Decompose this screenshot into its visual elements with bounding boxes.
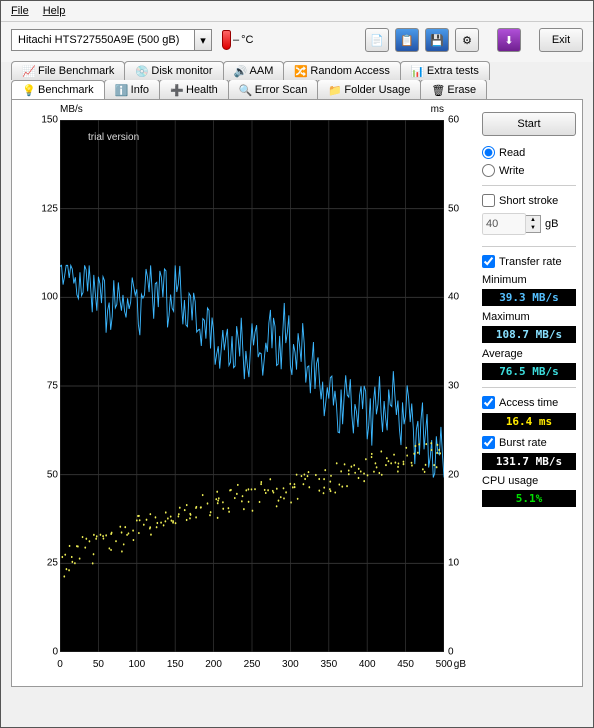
short-stroke-value[interactable]: ▲▼ gB	[482, 213, 576, 235]
x-tick: 500	[436, 659, 453, 670]
x-tick: 100	[128, 659, 145, 670]
mode-write-radio[interactable]: Write	[482, 163, 576, 178]
x-tick: 50	[93, 659, 104, 670]
stat-access-value: 16.4 ms	[482, 413, 576, 430]
y-left-unit-label: MB/s	[60, 104, 83, 115]
tab-random-access[interactable]: 🔀Random Access	[283, 61, 400, 80]
chart-watermark: trial version	[88, 132, 139, 143]
tab-erase[interactable]: 🗑Erase	[420, 79, 487, 99]
x-unit-label: gB	[454, 659, 466, 670]
short-stroke-unit: gB	[545, 218, 558, 230]
stat-max-value: 108.7 MB/s	[482, 326, 576, 343]
y-left-tick: 25	[36, 558, 58, 569]
tab-icon: 🔍	[239, 84, 251, 96]
stat-min-value: 39.3 MB/s	[482, 289, 576, 306]
y-left-tick: 0	[36, 647, 58, 658]
stat-cpu-label: CPU usage	[482, 475, 576, 487]
results-sidebar: Start Read Write Short stroke ▲▼ gB Tran…	[478, 100, 582, 686]
drive-combo[interactable]: Hitachi HTS727550A9E (500 gB) ▾	[11, 29, 212, 51]
x-tick: 200	[205, 659, 222, 670]
tab-file-benchmark[interactable]: 📈File Benchmark	[11, 61, 125, 80]
tab-icon: ℹ️	[115, 84, 127, 96]
copy-graph-button[interactable]: 📋	[395, 28, 419, 52]
thermometer-icon	[222, 30, 231, 50]
x-tick: 150	[167, 659, 184, 670]
y-right-tick: 40	[448, 292, 472, 303]
tab-folder-usage[interactable]: 📁Folder Usage	[317, 79, 421, 99]
x-tick: 400	[359, 659, 376, 670]
tab-health[interactable]: ➕Health	[159, 79, 229, 99]
tab-benchmark[interactable]: 💡Benchmark	[11, 80, 105, 99]
x-tick: 350	[320, 659, 337, 670]
tab-icon: 📈	[22, 65, 34, 77]
tab-icon: 📊	[411, 65, 423, 77]
y-right-tick: 30	[448, 381, 472, 392]
stat-cpu-value: 5.1%	[482, 490, 576, 507]
benchmark-panel: MB/s ms trial version 1501251007550250 6…	[11, 99, 583, 687]
tab-icon: 🔀	[294, 65, 306, 77]
y-left-tick: 75	[36, 381, 58, 392]
temp-unit: °C	[241, 34, 253, 46]
copy-text-button[interactable]: 📄	[365, 28, 389, 52]
chart-area: MB/s ms trial version 1501251007550250 6…	[36, 110, 472, 680]
chart-plot: trial version	[60, 120, 444, 652]
exit-button[interactable]: Exit	[539, 28, 583, 52]
y-left-tick: 100	[36, 292, 58, 303]
menu-file[interactable]: File	[11, 5, 29, 17]
burst-rate-check[interactable]: Burst rate	[482, 435, 576, 450]
mode-read-radio[interactable]: Read	[482, 145, 576, 160]
menu-bar: File Help	[1, 1, 593, 22]
y-right-tick: 50	[448, 203, 472, 214]
y-right-tick: 20	[448, 469, 472, 480]
toolbar: Hitachi HTS727550A9E (500 gB) ▾ – °C 📄 📋…	[1, 22, 593, 62]
tab-error-scan[interactable]: 🔍Error Scan	[228, 79, 319, 99]
y-left-tick: 125	[36, 203, 58, 214]
stat-avg-value: 76.5 MB/s	[482, 363, 576, 380]
x-tick: 250	[244, 659, 261, 670]
spin-down-icon[interactable]: ▼	[526, 224, 540, 232]
access-time-check[interactable]: Access time	[482, 395, 576, 410]
x-tick: 450	[397, 659, 414, 670]
save-button[interactable]: 💾	[425, 28, 449, 52]
y-left-tick: 50	[36, 469, 58, 480]
stat-max-label: Maximum	[482, 311, 576, 323]
tab-info[interactable]: ℹ️Info	[104, 79, 160, 99]
stat-min-label: Minimum	[482, 274, 576, 286]
y-right-tick: 10	[448, 558, 472, 569]
options-button[interactable]: ⚙	[455, 28, 479, 52]
temp-prefix: –	[233, 34, 239, 46]
y-right-tick: 0	[448, 647, 472, 658]
y-right-unit-label: ms	[431, 104, 444, 115]
tab-icon: ➕	[170, 84, 182, 96]
tab-disk-monitor[interactable]: 💿Disk monitor	[124, 61, 223, 80]
download-button[interactable]: ⬇	[497, 28, 521, 52]
tab-aam[interactable]: 🔊AAM	[223, 61, 285, 80]
short-stroke-input[interactable]	[482, 213, 526, 235]
chart-column: MB/s ms trial version 1501251007550250 6…	[12, 100, 478, 686]
drive-combo-label: Hitachi HTS727550A9E (500 gB)	[12, 33, 194, 47]
tab-icon: 💿	[135, 65, 147, 77]
x-tick: 300	[282, 659, 299, 670]
short-stroke-check[interactable]: Short stroke	[482, 193, 576, 208]
tab-extra-tests[interactable]: 📊Extra tests	[400, 61, 490, 80]
tab-icon: 🗑	[431, 84, 443, 96]
tab-icon: 💡	[22, 84, 34, 96]
tab-bar: 📈File Benchmark💿Disk monitor🔊AAM🔀Random …	[1, 60, 593, 99]
transfer-rate-check[interactable]: Transfer rate	[482, 254, 576, 269]
temperature-display: – °C	[218, 30, 257, 50]
spin-up-icon[interactable]: ▲	[526, 216, 540, 224]
stat-burst-value: 131.7 MB/s	[482, 453, 576, 470]
x-tick: 0	[57, 659, 63, 670]
stat-avg-label: Average	[482, 348, 576, 360]
tab-icon: 🔊	[234, 65, 246, 77]
start-button[interactable]: Start	[482, 112, 576, 136]
tab-icon: 📁	[328, 84, 340, 96]
chevron-down-icon: ▾	[194, 30, 211, 50]
app-window: File Help Hitachi HTS727550A9E (500 gB) …	[0, 0, 594, 728]
menu-help[interactable]: Help	[43, 5, 66, 17]
y-left-tick: 150	[36, 115, 58, 126]
y-right-tick: 60	[448, 115, 472, 126]
